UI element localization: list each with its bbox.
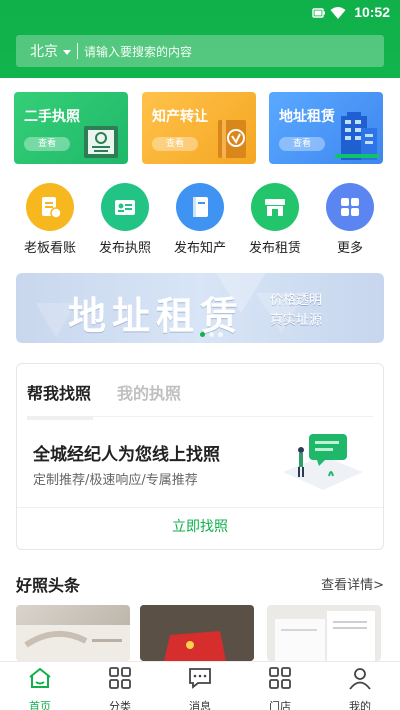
service-label: 发布执照 xyxy=(98,241,151,256)
service-label: 发布租赁 xyxy=(248,241,301,256)
tab-message[interactable]: 消息 xyxy=(170,666,230,710)
category-icon xyxy=(109,667,131,689)
news-more-link[interactable]: 查看详情> xyxy=(321,574,384,593)
service-more[interactable]: 更多 xyxy=(315,183,385,259)
search-bar[interactable]: 北京 请输入要搜索的内容 xyxy=(16,35,384,67)
tab-my-license[interactable]: 我的执照 xyxy=(117,364,181,416)
flag-photo xyxy=(140,605,254,661)
service-label: 更多 xyxy=(336,241,363,256)
service-boss-ledger[interactable]: 老板看账 xyxy=(15,183,85,259)
caret-down-icon[interactable] xyxy=(63,49,71,55)
find-license-tabs: 帮我找照 我的执照 xyxy=(27,364,207,420)
quick-cards: 二手执照 查看 知产转让 查看 地址租赁 查看 xyxy=(14,92,386,164)
trademark-book-icon xyxy=(218,120,246,158)
tab-label: 门店 xyxy=(269,700,291,710)
tab-store[interactable]: 门店 xyxy=(250,666,310,710)
wifi-icon xyxy=(330,7,346,19)
card-title: 知产转让 xyxy=(152,109,208,125)
service-label: 老板看账 xyxy=(23,241,76,256)
status-time: 10:52 xyxy=(354,4,390,20)
banner-subtitle: 价格透明 真实址源 xyxy=(270,291,322,331)
papers-photo xyxy=(275,611,375,661)
find-license-card: 帮我找照 我的执照 全城经纪人为您线上找照 定制推荐/极速响应/专属推荐 立即找… xyxy=(16,363,384,550)
tab-label: 我的 xyxy=(349,700,371,710)
status-bar: 10:52 xyxy=(0,0,400,26)
tab-category[interactable]: 分类 xyxy=(90,666,150,710)
tab-home[interactable]: 首页 xyxy=(10,666,70,710)
grid-more-icon xyxy=(326,183,374,231)
banner-subtitle-line: 价格透明 xyxy=(270,293,323,308)
city-selector[interactable]: 北京 xyxy=(30,41,58,61)
store-icon xyxy=(269,667,291,689)
app-header: 10:52 北京 请输入要搜索的内容 xyxy=(0,0,400,78)
news-header: 好照头条 查看详情> xyxy=(16,572,384,595)
chat-consultant-illustration xyxy=(283,434,363,490)
ledger-icon xyxy=(26,183,74,231)
find-headline: 全城经纪人为您线上找照 xyxy=(33,445,220,465)
card-address-rental[interactable]: 地址租赁 查看 xyxy=(269,92,383,164)
tab-divider xyxy=(27,416,373,417)
service-publish-license[interactable]: 发布执照 xyxy=(90,183,160,259)
license-certificate-icon xyxy=(84,126,118,158)
service-label: 发布知产 xyxy=(173,241,226,256)
profile-icon xyxy=(349,668,371,690)
home-icon xyxy=(29,667,51,688)
pager-dot[interactable] xyxy=(218,332,223,337)
find-divider xyxy=(17,507,383,508)
card-ip-transfer[interactable]: 知产转让 查看 xyxy=(142,92,256,164)
card-used-license[interactable]: 二手执照 查看 xyxy=(14,92,128,164)
tab-help-find[interactable]: 帮我找照 xyxy=(27,364,94,420)
tab-label: 首页 xyxy=(29,700,51,710)
message-icon xyxy=(189,668,211,689)
banner-pager xyxy=(200,332,223,337)
card-title: 二手执照 xyxy=(24,109,80,125)
tab-profile[interactable]: 我的 xyxy=(330,666,390,710)
service-publish-ip[interactable]: 发布知产 xyxy=(165,183,235,259)
pager-dot[interactable] xyxy=(209,332,214,337)
news-thumbnail[interactable] xyxy=(140,605,254,661)
building-icon xyxy=(335,112,379,160)
search-input[interactable]: 请输入要搜索的内容 xyxy=(84,43,192,60)
tab-label: 分类 xyxy=(109,700,131,710)
card-view-button[interactable]: 查看 xyxy=(152,137,198,151)
banner-subtitle-line: 真实址源 xyxy=(270,313,323,328)
card-view-button[interactable]: 查看 xyxy=(24,137,70,151)
news-section-title: 好照头条 xyxy=(16,576,81,595)
document-photo xyxy=(16,625,130,661)
find-now-button[interactable]: 立即找照 xyxy=(17,516,383,536)
book-icon xyxy=(176,183,224,231)
pager-dot[interactable] xyxy=(200,332,205,337)
news-thumbnail[interactable] xyxy=(16,605,130,661)
battery-icon xyxy=(312,8,325,18)
service-publish-rental[interactable]: 发布租赁 xyxy=(240,183,310,259)
storefront-icon xyxy=(251,183,299,231)
promo-banner[interactable]: 地址租赁 价格透明 真实址源 xyxy=(16,273,384,343)
card-view-button[interactable]: 查看 xyxy=(279,137,325,151)
tab-label: 消息 xyxy=(189,700,211,710)
bottom-tab-bar: 首页 分类 消息 门店 我的 xyxy=(0,661,400,710)
news-thumbnails xyxy=(16,605,384,661)
service-grid: 老板看账 发布执照 发布知产 发布租赁 更多 xyxy=(16,183,384,259)
find-subline: 定制推荐/极速响应/专属推荐 xyxy=(33,473,198,488)
news-thumbnail[interactable] xyxy=(267,605,381,661)
license-card-icon xyxy=(101,183,149,231)
card-title: 地址租赁 xyxy=(279,109,335,125)
search-divider xyxy=(77,43,78,59)
